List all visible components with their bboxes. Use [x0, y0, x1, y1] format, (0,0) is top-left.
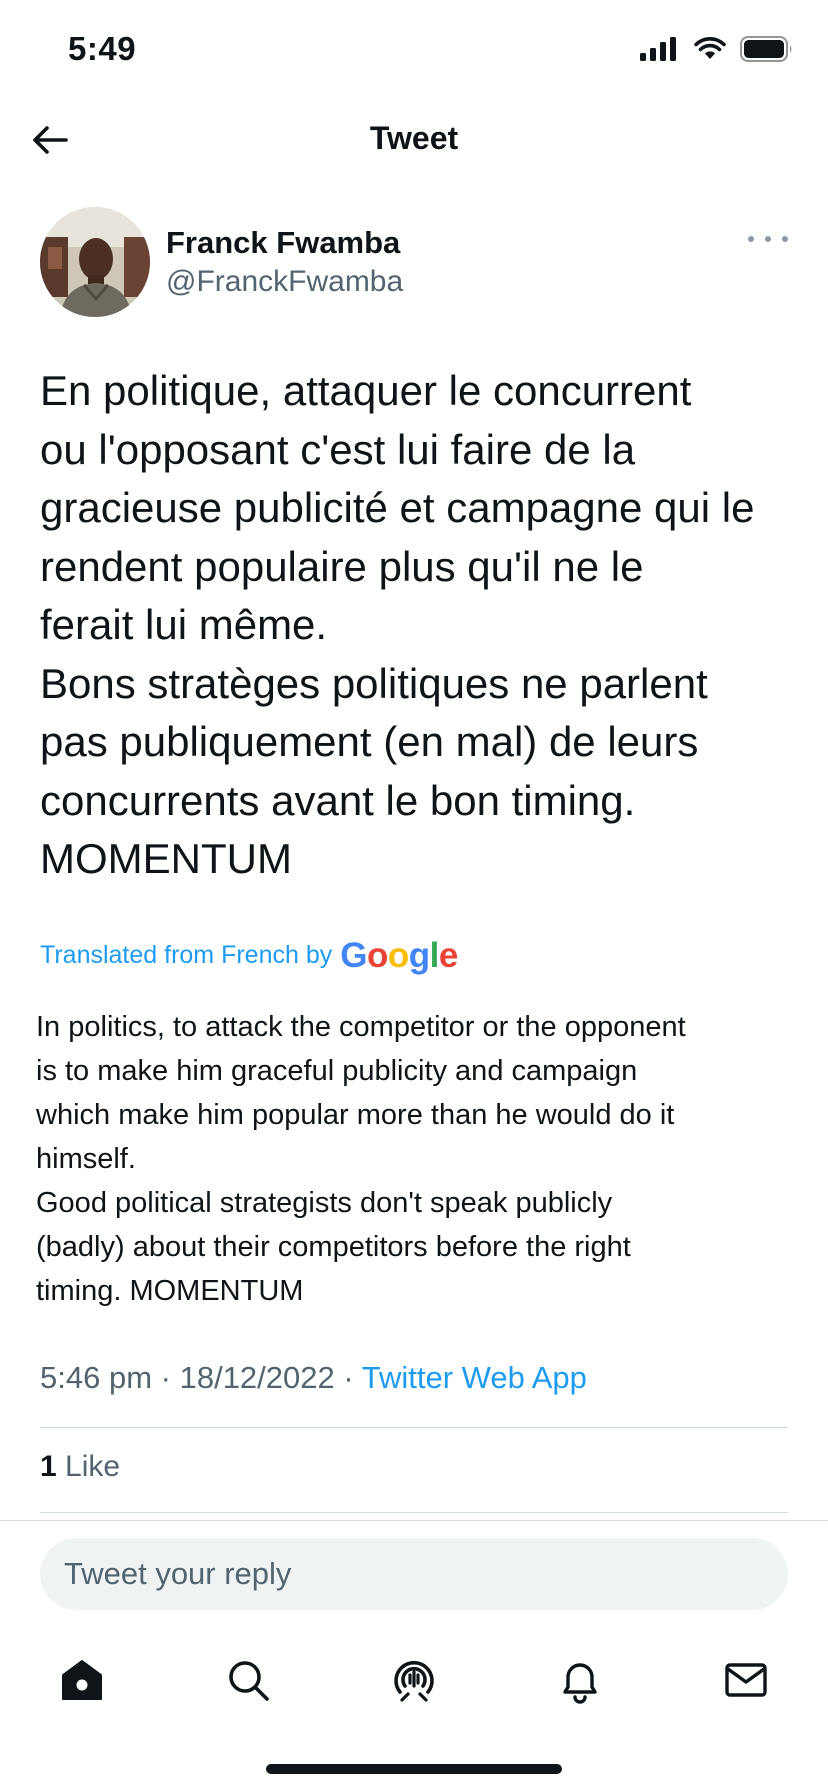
tweet-author: Franck Fwamba @FranckFwamba [40, 207, 788, 319]
bell-icon [563, 1663, 597, 1704]
meta-separator: · [160, 1360, 171, 1395]
avatar-photo [40, 207, 150, 317]
avatar[interactable] [40, 207, 150, 317]
more-dot-icon [748, 236, 754, 242]
translated-label: Translated from French by [40, 941, 333, 969]
nav-header: Tweet [0, 100, 828, 180]
more-options-button[interactable] [748, 229, 788, 249]
likes-count[interactable]: 1 Like [40, 1450, 120, 1484]
tab-messages[interactable] [716, 1650, 776, 1710]
tweet-source-link[interactable]: Twitter Web App [362, 1360, 587, 1395]
status-icons [640, 36, 794, 62]
search-icon [229, 1661, 269, 1701]
tab-notifications[interactable] [550, 1650, 610, 1710]
tab-spaces[interactable] [384, 1650, 444, 1710]
google-logo: Google [340, 936, 458, 975]
like-label: Like [65, 1450, 121, 1483]
tweet-date: 18/12/2022 [179, 1360, 335, 1395]
battery-icon [740, 36, 792, 62]
spaces-icon [394, 1660, 434, 1702]
translated-by[interactable]: Translated from French by Google [40, 938, 458, 973]
author-name[interactable]: Franck Fwamba [166, 225, 400, 261]
more-dot-icon [782, 236, 788, 242]
author-handle[interactable]: @FranckFwamba [166, 265, 403, 299]
like-count-value: 1 [40, 1450, 57, 1483]
tab-home[interactable] [52, 1650, 112, 1710]
tweet-time: 5:46 pm [40, 1360, 153, 1395]
wifi-icon [694, 37, 726, 59]
divider [40, 1512, 788, 1513]
status-bar: 5:49 [0, 0, 828, 100]
reply-bar-divider [0, 1520, 828, 1521]
translation-text: In politics, to attack the competitor or… [36, 1011, 686, 1307]
home-icon [62, 1660, 102, 1700]
signal-icon [640, 37, 676, 61]
reply-input[interactable] [40, 1538, 788, 1610]
tweet-meta: 5:46 pm · 18/12/2022 · Twitter Web App [40, 1360, 587, 1396]
home-indicator [266, 1764, 562, 1774]
mail-icon [725, 1663, 767, 1697]
more-dot-icon [765, 236, 771, 242]
page-title: Tweet [369, 120, 459, 156]
meta-separator: · [343, 1360, 354, 1395]
status-time: 5:49 [68, 30, 137, 67]
divider [40, 1427, 788, 1428]
tab-search[interactable] [218, 1650, 278, 1710]
tweet-text: En politique, attaquer le concurrent ou … [40, 367, 755, 882]
bottom-tab-bar [0, 1640, 828, 1710]
